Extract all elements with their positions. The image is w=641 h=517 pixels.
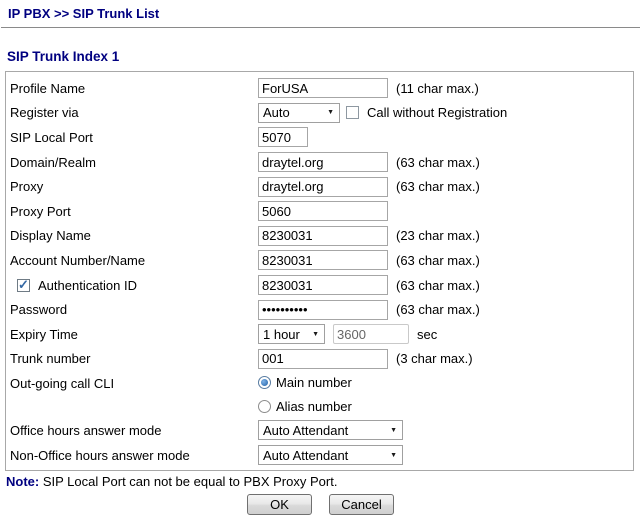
call-without-registration-label: Call without Registration [367,105,507,120]
display-name-label: Display Name [10,228,91,243]
register-via-row: Register via Auto ▼ Call without Registr… [6,101,633,126]
expiry-time-row: Expiry Time 1 hour ▼ sec [6,322,633,347]
password-input[interactable] [258,300,388,320]
display-name-hint: (23 char max.) [396,228,480,243]
divider [1,27,640,28]
proxy-port-input[interactable] [258,201,388,221]
office-hours-select[interactable]: Auto Attendant ▼ [258,420,403,440]
sip-local-port-input[interactable] [258,127,308,147]
proxy-input[interactable] [258,177,388,197]
proxy-port-row: Proxy Port [6,199,633,224]
breadcrumb: IP PBX >> SIP Trunk List [0,0,641,21]
account-number-row: Account Number/Name (63 char max.) [6,248,633,273]
expiry-time-select[interactable]: 1 hour ▼ [258,324,325,344]
account-number-hint: (63 char max.) [396,253,480,268]
expiry-time-label: Expiry Time [10,327,78,342]
button-row: OK Cancel [0,494,641,515]
main-number-label: Main number [276,375,352,390]
expiry-seconds-input [333,324,409,344]
cancel-button[interactable]: Cancel [329,494,394,515]
register-via-value: Auto [263,105,290,120]
chevron-down-icon: ▼ [390,427,397,434]
chevron-down-icon: ▼ [312,331,319,338]
expiry-time-value: 1 hour [263,327,300,342]
profile-name-input[interactable] [258,78,388,98]
auth-id-row: Authentication ID (63 char max.) [6,273,633,298]
trunk-number-label: Trunk number [10,351,90,366]
display-name-row: Display Name (23 char max.) [6,224,633,249]
office-hours-value: Auto Attendant [263,423,348,438]
profile-name-hint: (11 char max.) [396,81,479,96]
page-title: SIP Trunk Index 1 [7,49,641,64]
domain-realm-label: Domain/Realm [10,155,96,170]
trunk-number-input[interactable] [258,349,388,369]
domain-realm-row: Domain/Realm (63 char max.) [6,150,633,175]
non-office-hours-label: Non-Office hours answer mode [10,448,190,463]
trunk-number-hint: (3 char max.) [396,351,473,366]
sip-local-port-label: SIP Local Port [10,130,93,145]
proxy-label: Proxy [10,179,43,194]
main-number-option: Main number [258,371,352,395]
sip-local-port-row: SIP Local Port [6,125,633,150]
display-name-input[interactable] [258,226,388,246]
note: Note: SIP Local Port can not be equal to… [6,474,641,489]
chevron-down-icon: ▼ [390,452,397,459]
call-without-registration-checkbox[interactable] [346,106,359,119]
register-via-select[interactable]: Auto ▼ [258,103,340,123]
office-hours-label: Office hours answer mode [10,423,162,438]
chevron-down-icon: ▼ [327,109,334,116]
password-label: Password [10,302,67,317]
proxy-hint: (63 char max.) [396,179,480,194]
register-via-label: Register via [10,105,79,120]
ok-button[interactable]: OK [247,494,312,515]
account-number-input[interactable] [258,250,388,270]
non-office-hours-select[interactable]: Auto Attendant ▼ [258,445,403,465]
office-hours-row: Office hours answer mode Auto Attendant … [6,418,633,443]
note-text: SIP Local Port can not be equal to PBX P… [39,474,337,489]
main-number-radio[interactable] [258,376,271,389]
password-row: Password (63 char max.) [6,297,633,322]
proxy-row: Proxy (63 char max.) [6,174,633,199]
outgoing-cli-row: Out-going call CLI Main number Alias num… [6,371,633,418]
sip-trunk-form: Profile Name (11 char max.) Register via… [5,71,634,471]
proxy-port-label: Proxy Port [10,204,71,219]
profile-name-row: Profile Name (11 char max.) [6,76,633,101]
account-number-label: Account Number/Name [10,253,145,268]
authentication-id-hint: (63 char max.) [396,278,480,293]
alias-number-option: Alias number [258,395,352,419]
domain-realm-input[interactable] [258,152,388,172]
authentication-id-checkbox[interactable] [17,279,30,292]
trunk-number-row: Trunk number (3 char max.) [6,347,633,372]
alias-number-radio[interactable] [258,400,271,413]
expiry-time-unit: sec [417,327,437,342]
non-office-hours-value: Auto Attendant [263,448,348,463]
authentication-id-label: Authentication ID [38,278,137,293]
authentication-id-input[interactable] [258,275,388,295]
profile-name-label: Profile Name [10,81,85,96]
outgoing-cli-label: Out-going call CLI [10,376,114,391]
page: IP PBX >> SIP Trunk List SIP Trunk Index… [0,0,641,515]
non-office-hours-row: Non-Office hours answer mode Auto Attend… [6,443,633,468]
domain-realm-hint: (63 char max.) [396,155,480,170]
password-hint: (63 char max.) [396,302,480,317]
alias-number-label: Alias number [276,399,352,414]
note-prefix: Note: [6,474,39,489]
